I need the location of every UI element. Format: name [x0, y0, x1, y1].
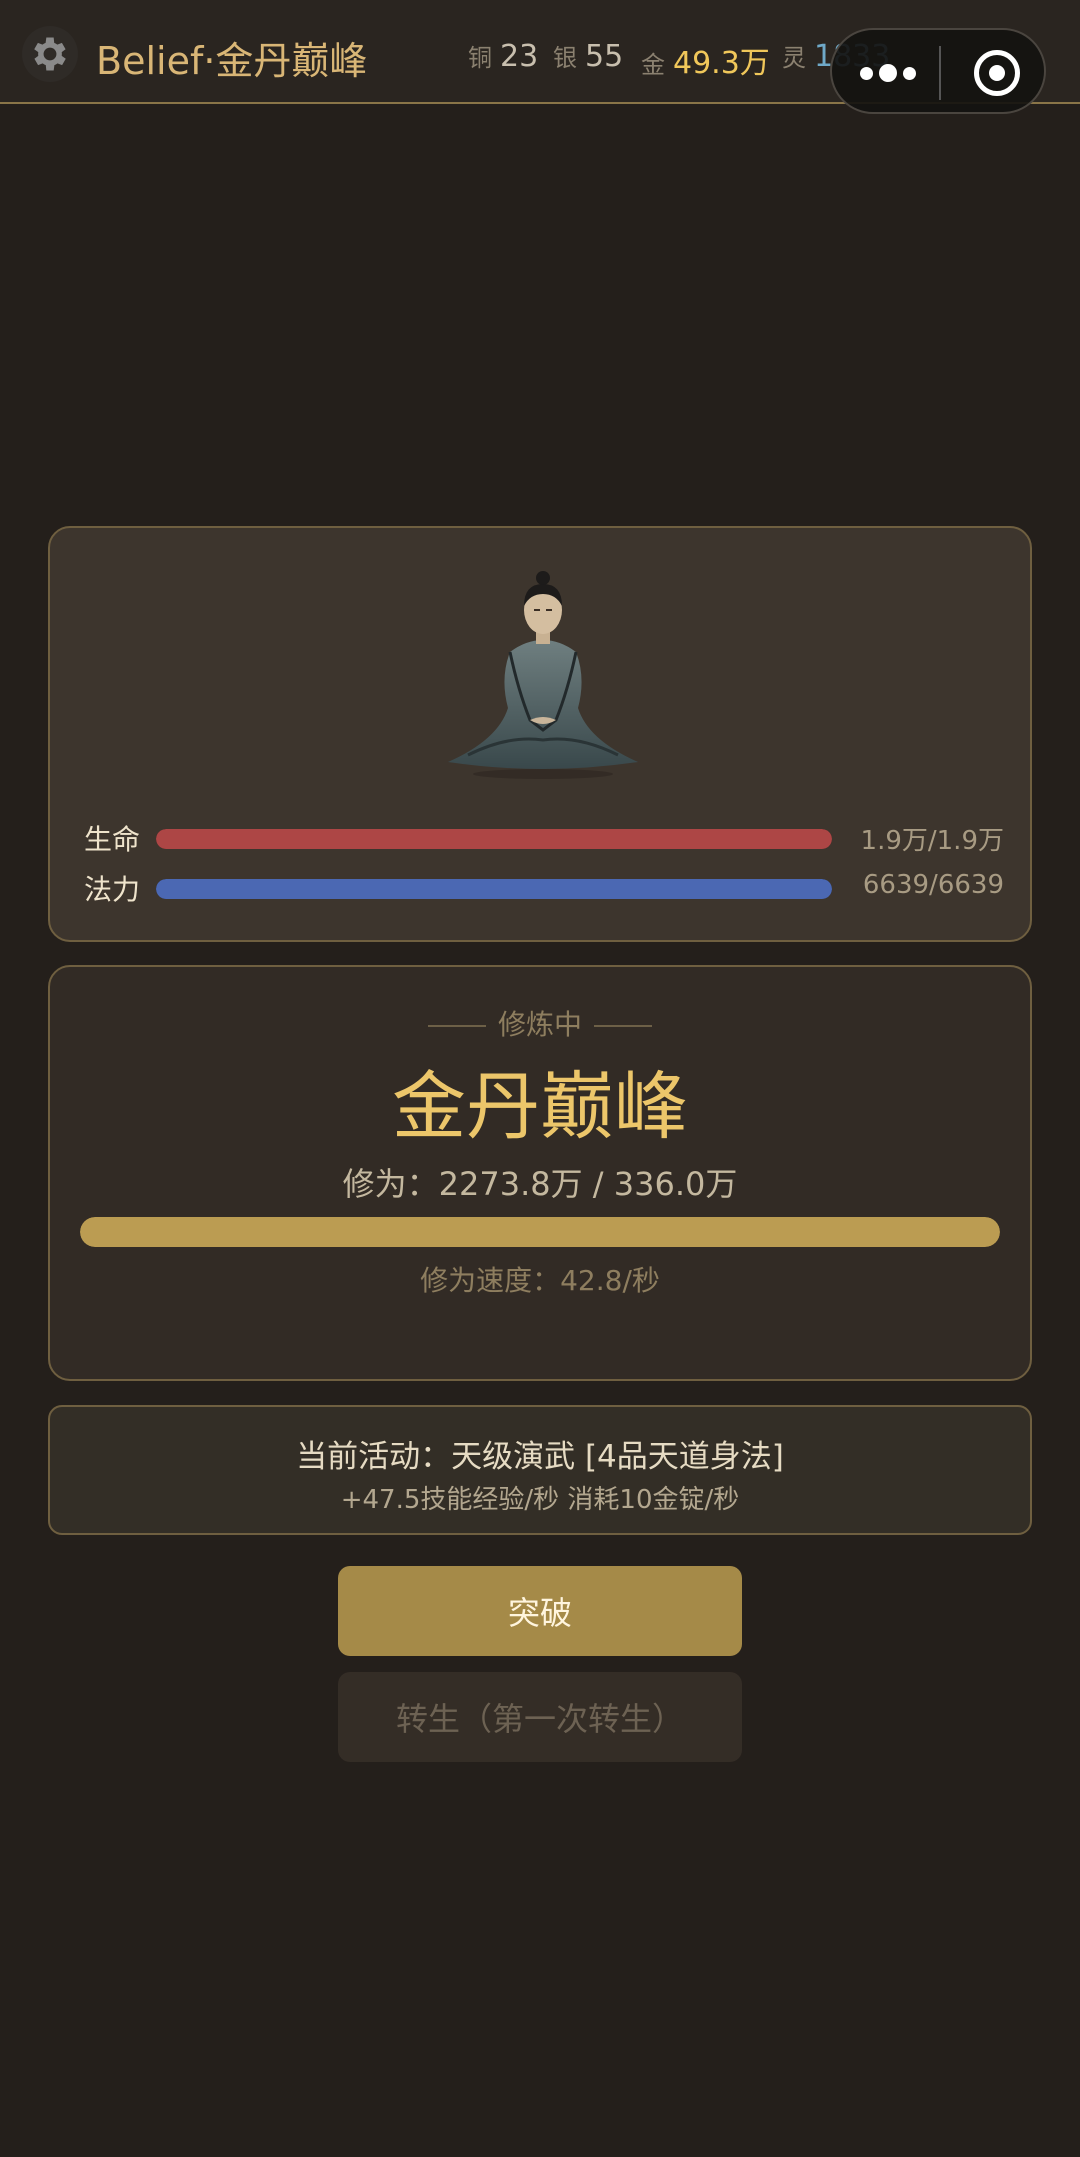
spirit-label: 灵	[782, 44, 806, 72]
player-title: Belief·金丹巅峰	[96, 39, 368, 83]
gold-label: 金	[641, 51, 665, 79]
hp-bar	[156, 829, 832, 849]
realm-title: 金丹巅峰	[392, 1064, 688, 1150]
mp-value: 6639/6639	[862, 870, 1004, 900]
silver-currency: 银 55	[553, 38, 623, 74]
mp-label: 法力	[84, 873, 141, 906]
hp-bar-fill	[156, 829, 832, 849]
cultivation-progress-fill	[80, 1217, 1000, 1247]
miniprogram-capsule	[830, 28, 1046, 114]
target-close-icon[interactable]	[974, 50, 1020, 96]
breakthrough-button[interactable]: 突破	[338, 1566, 742, 1656]
game-screen: Belief·金丹巅峰 铜23 银55 金49.3万 灵1833	[0, 0, 1080, 2157]
gold-value: 49.3万	[673, 46, 770, 81]
silver-value: 55	[585, 39, 624, 74]
cultivation-card: 修炼中 金丹巅峰 修为：2273.8万 / 336.0万 修为速度：42.8/秒	[48, 965, 1032, 1381]
status-line-left	[427, 1025, 486, 1027]
cultivation-speed: 修为速度：42.8/秒	[420, 1264, 660, 1297]
capsule-divider	[939, 46, 941, 100]
mp-bar-fill	[156, 879, 832, 899]
character-card: 生命 1.9万/1.9万 法力 6639/6639	[48, 526, 1032, 942]
hp-value: 1.9万/1.9万	[860, 826, 1004, 856]
silver-label: 银	[553, 44, 577, 72]
status-text: 修炼中	[497, 1008, 582, 1041]
mp-bar	[156, 879, 832, 899]
activity-rewards: +47.5技能经验/秒 消耗10金锭/秒	[340, 1485, 740, 1515]
cultivation-progress-text: 修为：2273.8万 / 336.0万	[342, 1165, 738, 1203]
current-activity: 当前活动：天级演武 [4品天道身法]	[296, 1439, 784, 1475]
cultivation-status: 修炼中	[50, 1003, 1030, 1043]
activity-card[interactable]: 当前活动：天级演武 [4品天道身法] +47.5技能经验/秒 消耗10金锭/秒	[48, 1405, 1032, 1535]
cultivation-progress-bar	[80, 1217, 1000, 1247]
copper-value: 23	[500, 39, 539, 74]
hp-row: 生命 1.9万/1.9万	[84, 818, 1004, 858]
meditating-monk-portrait	[448, 571, 638, 779]
settings-button[interactable]	[22, 26, 78, 82]
hp-label: 生命	[84, 823, 141, 856]
copper-label: 铜	[468, 44, 492, 72]
more-dots-icon[interactable]	[860, 60, 916, 86]
gold-currency: 金 49.3万	[641, 38, 770, 82]
status-line-right	[594, 1025, 652, 1027]
copper-currency: 铜 23	[468, 38, 538, 74]
rebirth-button[interactable]: 转生（第一次转生）	[338, 1672, 742, 1762]
gear-icon	[34, 37, 66, 71]
mp-row: 法力 6639/6639	[84, 868, 1004, 908]
